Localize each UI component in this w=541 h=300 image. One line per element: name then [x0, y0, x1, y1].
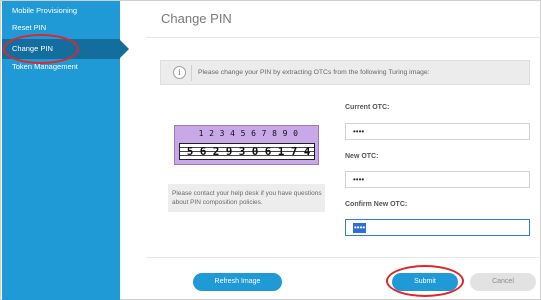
- turing-image: 1234567890 5629306174: [174, 125, 319, 165]
- turing-code-digit: 4: [303, 145, 311, 158]
- turing-code-digit: 5: [186, 145, 194, 158]
- info-icon: i: [173, 66, 186, 79]
- turing-code-digit: 9: [225, 145, 233, 158]
- sidebar-item-mobile-provisioning[interactable]: Mobile Provisioning: [2, 3, 120, 19]
- change-pin-window: Mobile Provisioning Reset PIN Change PIN…: [0, 0, 541, 300]
- page-title: Change PIN: [161, 11, 232, 26]
- turing-code-digit: 3: [238, 145, 246, 158]
- info-divider: [191, 65, 192, 81]
- cancel-button[interactable]: Cancel: [470, 273, 536, 291]
- sidebar-item-change-pin[interactable]: Change PIN: [2, 39, 120, 59]
- confirm-otc-selected-value: ••••: [353, 223, 367, 233]
- info-text: Please change your PIN by extracting OTC…: [198, 69, 430, 76]
- turing-code-digit: 0: [251, 145, 259, 158]
- refresh-image-button[interactable]: Refresh Image: [193, 273, 282, 291]
- sidebar-item-reset-pin[interactable]: Reset PIN: [2, 20, 120, 36]
- current-otc-field[interactable]: ••••: [345, 123, 530, 140]
- help-note: Please contact your help desk if you hav…: [168, 184, 325, 212]
- active-item-pointer: [119, 39, 129, 59]
- submit-button[interactable]: Submit: [392, 273, 458, 291]
- header-divider: [146, 37, 541, 38]
- new-otc-label: New OTC:: [345, 153, 379, 160]
- turing-code-digit: 7: [290, 145, 298, 158]
- info-banner: i Please change your PIN by extracting O…: [160, 60, 530, 85]
- confirm-otc-field[interactable]: ••••: [345, 219, 530, 236]
- help-text: Please contact your help desk if you hav…: [172, 190, 322, 206]
- turing-code-digit: 6: [264, 145, 272, 158]
- footer-divider: [146, 257, 541, 258]
- current-otc-label: Current OTC:: [345, 104, 390, 111]
- turing-code-box: 5629306174: [179, 143, 315, 160]
- turing-code-digit: 1: [277, 145, 285, 158]
- new-otc-field[interactable]: ••••: [345, 171, 530, 188]
- sidebar-item-token-management[interactable]: Token Management: [2, 59, 120, 75]
- turing-code-digit: 2: [212, 145, 220, 158]
- turing-top-digit: 0: [293, 129, 298, 138]
- confirm-otc-label: Confirm New OTC:: [345, 201, 408, 208]
- turing-code-digit: 6: [199, 145, 207, 158]
- sidebar: Mobile Provisioning Reset PIN Change PIN…: [2, 1, 120, 300]
